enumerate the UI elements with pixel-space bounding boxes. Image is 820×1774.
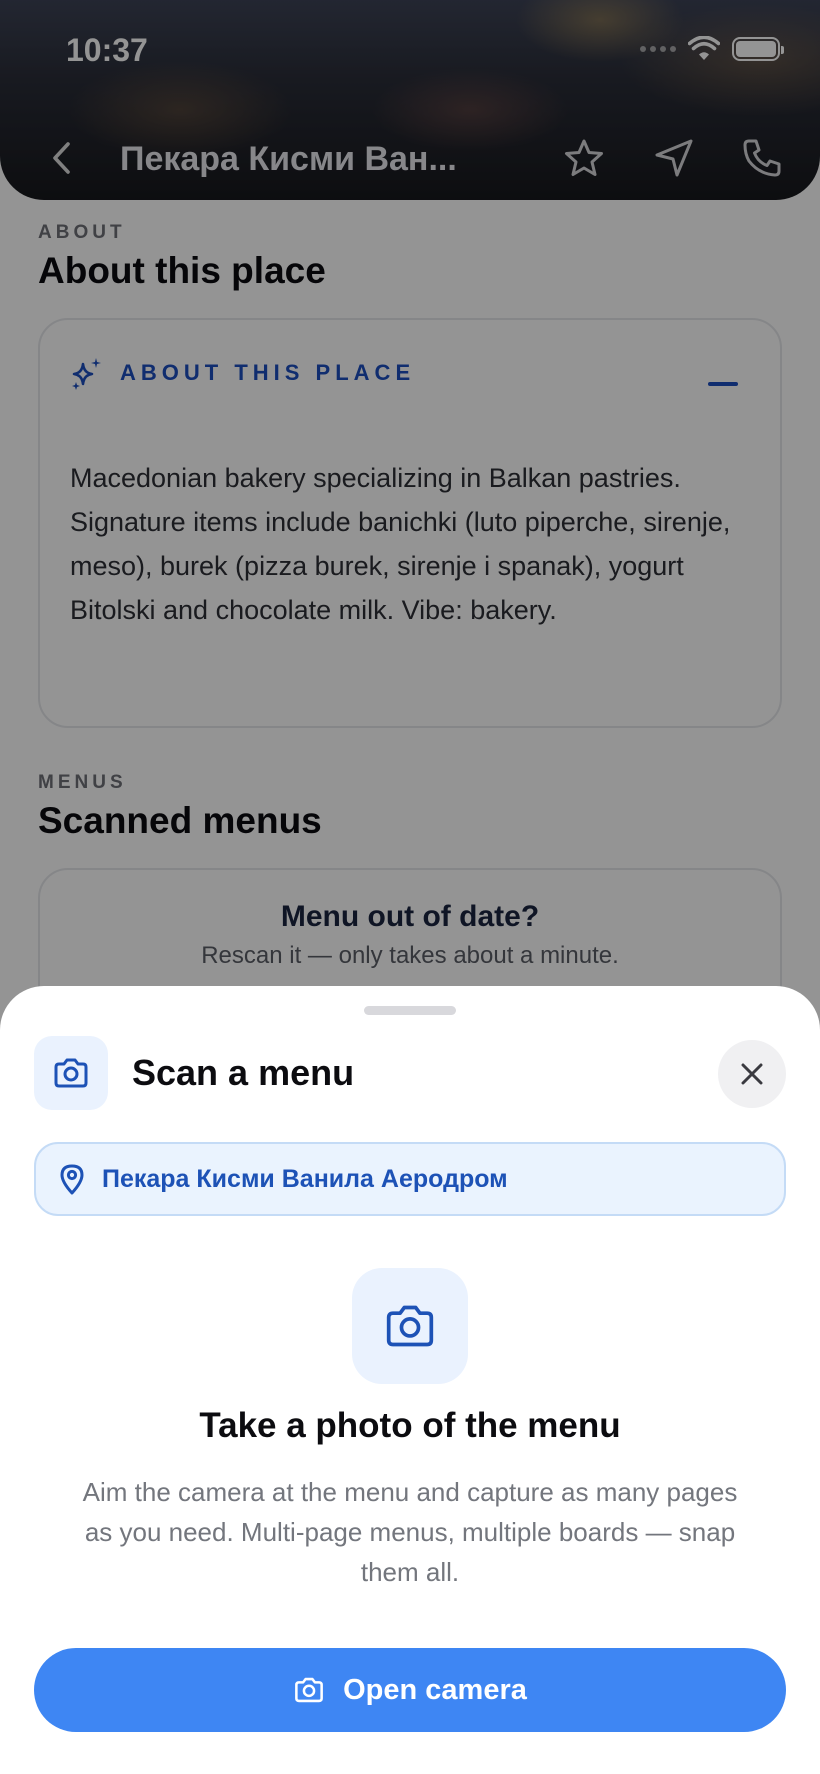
open-camera-label: Open camera <box>343 1673 527 1706</box>
photo-description: Aim the camera at the menu and capture a… <box>82 1477 738 1587</box>
close-button[interactable] <box>718 1040 786 1108</box>
camera-icon <box>386 1305 434 1347</box>
camera-icon <box>54 1058 88 1088</box>
open-camera-button[interactable]: Open camera <box>34 1648 786 1732</box>
photo-camera-badge <box>352 1268 468 1384</box>
close-icon <box>741 1063 763 1085</box>
selected-place-pill[interactable]: Пекара Кисми Ванила Аеродром <box>34 1142 786 1216</box>
scan-menu-sheet: Scan a menu Пекара Кисми Ванила Аеродром… <box>0 986 820 1774</box>
camera-icon <box>295 1677 324 1703</box>
location-pin-icon <box>60 1164 84 1195</box>
photo-title: Take a photo of the menu <box>199 1406 621 1445</box>
sheet-title: Scan a menu <box>132 1052 355 1093</box>
place-name: Пекара Кисми Ванила Аеродром <box>102 1164 508 1193</box>
sheet-grabber[interactable] <box>364 1006 456 1015</box>
sheet-camera-badge <box>34 1036 108 1110</box>
